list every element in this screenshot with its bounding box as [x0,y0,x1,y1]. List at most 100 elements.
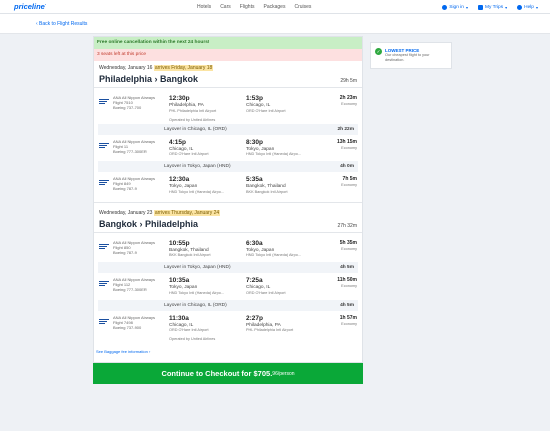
airline-logo-cell [99,277,113,296]
airline-info: ANA All Nippon Airways Flight 11 Boeing 77… [113,139,169,158]
flight-segment: ANA All Nippon Airways Flight 850 Boeing 7… [94,236,362,263]
itinerary-card: Free online cancellation within the next… [93,36,363,363]
nav-cruises[interactable]: Cruises [294,4,311,10]
departure-time: 11:30a [169,314,189,322]
suitcase-icon [477,4,483,10]
departure-info: 10:35a Tokyo, Japan HND Tokyo Intl (Haneda… [169,277,246,296]
segment-duration: 11h 50m [337,277,357,283]
baggage-fee-link[interactable]: See Baggage fee information › [94,343,362,362]
airline-logo-cell [99,95,113,114]
arrival-info: 8:30p Tokyo, Japan HND Tokyo Intl (Haneda)… [246,139,326,158]
departure-time: 12:30a [169,176,190,183]
aircraft-type: Boeing 737-700 [113,105,142,111]
help-menu[interactable]: Help ▾ [517,4,538,10]
back-to-results-link[interactable]: ‹ Back to Flight Results [36,21,87,27]
nav-packages[interactable]: Packages [263,4,285,10]
divider [94,87,362,88]
layover-duration: 4h 5m [340,302,354,308]
arrival-time: 5:35a [246,176,263,183]
arrival-time: 2:27p [246,314,263,322]
top-navigation-bar: priceline• Hotels Cars Flights Packages … [0,0,550,14]
lowest-price-text: Our cheapest flight to your destination. [385,53,430,62]
chevron-down-icon: ▾ [535,4,538,10]
nav-cars[interactable]: Cars [220,4,231,10]
layover-location: Layover in Chicago, IL (ORD) [164,126,227,132]
my-trips-menu[interactable]: My Trips ▾ [477,4,508,10]
arrival-time: 7:25a [246,277,263,284]
layover-row: Layover in Chicago, IL (ORD) 2h 22m [98,123,358,135]
seats-left-banner: 3 seats left at this price [94,49,362,61]
arrival-info: 7:25a Chicago, IL ORD O'Hare Intl Airport [246,277,326,296]
chevron-down-icon: ▾ [465,4,468,10]
return-date-line: Wednesday, January 23 arrives Thursday, … [99,209,357,216]
departure-airport: PHL Philadelphia Intl Airport [169,108,217,113]
departure-airport: ORD O'Hare Intl Airport [169,152,209,156]
departure-airport: BKK Bangkok Intl Airport [169,253,211,257]
segment-duration: 7h 5m [342,176,357,182]
priceline-logo[interactable]: priceline• [14,2,46,11]
arrival-airport: HND Tokyo Intl (Haneda) Airpo... [246,152,302,156]
cabin-class: Economy [341,246,357,251]
account-nav: Sign in ▾ My Trips ▾ Help ▾ [442,0,538,14]
my-trips-label: My Trips [484,4,504,10]
segment-duration-cell: 11h 50m Economy [326,277,357,296]
continue-to-checkout-button[interactable]: Continue to Checkout for $705. 96/person [93,363,363,384]
segment-duration-cell: 13h 15m Economy [326,139,357,158]
check-icon: ✓ [375,48,382,55]
outbound-date: Wednesday, January 16 [99,65,153,71]
arrival-airport: BKK Bangkok Intl Airport [246,189,288,194]
cabin-class: Economy [341,183,357,187]
layover-row: Layover in Tokyo, Japan (HND) 4h 0m [98,161,358,172]
arrival-airport: PHL Philadelphia Intl Airport [246,328,294,332]
layover-duration: 2h 22m [337,126,354,132]
logo-text: priceline [14,2,45,11]
aircraft-type: Boeing 737-900 [113,324,142,330]
departure-time: 12:30p [169,95,190,102]
aircraft-type: Boeing 777-300ER [113,148,147,154]
arrival-time: 1:53p [246,95,263,102]
sign-in-label: Sign in [449,4,464,10]
airline-info: ANA All Nippon Airways Flight 849 Boeing 7… [113,176,169,195]
ana-logo-icon [99,180,109,185]
arrival-info: 5:35a Bangkok, Thailand BKK Bangkok Intl A… [246,176,326,195]
nav-flights[interactable]: Flights [240,4,255,10]
arrival-info: 2:27p Philadelphia, PA PHL Philadelphia In… [246,315,326,334]
cancellation-banner: Free online cancellation within the next… [94,37,362,49]
segment-duration: 1h 57m [339,314,357,321]
departure-time: 4:15p [169,138,186,146]
checkout-per-person: /person [277,370,295,377]
return-arrival-note: arrives Thursday, January 24 [153,209,221,216]
departure-info: 11:30a Chicago, IL ORD O'Hare Intl Airport [169,315,246,334]
arrival-airport: ORD O'Hare Intl Airport [246,290,286,295]
flight-segment: ANA All Nippon Airways Flight 849 Boeing 7… [94,172,362,199]
layover-location: Layover in Tokyo, Japan (HND) [164,265,231,270]
arrival-info: 1:53p Chicago, IL ORD O'Hare Intl Airport [246,95,326,114]
outbound-total-duration: 29h 5m [340,78,357,84]
arrival-info: 6:30a Tokyo, Japan HND Tokyo Intl (Haneda)… [246,240,326,259]
itinerary-panel: Free online cancellation within the next… [93,36,363,384]
segment-duration-cell: 5h 35m Economy [326,240,357,259]
nav-hotels[interactable]: Hotels [197,4,211,10]
back-bar: ‹ Back to Flight Results [0,14,550,34]
arrival-time: 8:30p [246,138,263,146]
airline-logo-cell [99,315,113,334]
cabin-class: Economy [341,102,357,106]
airline-logo-cell [99,240,113,259]
divider [94,201,362,203]
help-label: Help [524,4,534,10]
outbound-arrival-note: arrives Friday, January 18 [153,65,214,71]
sign-in-menu[interactable]: Sign in ▾ [442,4,468,10]
chevron-down-icon: ▾ [505,4,508,10]
departure-airport: HND Tokyo Intl (Haneda) Airpo... [169,290,225,295]
departure-airport: ORD O'Hare Intl Airport [169,328,209,332]
outbound-segments: ANA All Nippon Airways Flight 7510 Boeing … [94,91,362,199]
airline-info: ANA All Nippon Airways Flight 112 Boeing 7… [113,277,169,296]
aircraft-type: Boeing 787-9 [113,186,137,192]
ana-logo-icon [99,243,109,249]
return-route: Bangkok › Philadelphia [99,218,199,229]
user-icon [442,4,448,10]
airline-logo-cell [99,139,113,158]
outbound-route: Philadelphia › Bangkok [99,74,199,84]
help-icon [517,4,523,10]
segment-duration-cell: 7h 5m Economy [326,176,357,195]
